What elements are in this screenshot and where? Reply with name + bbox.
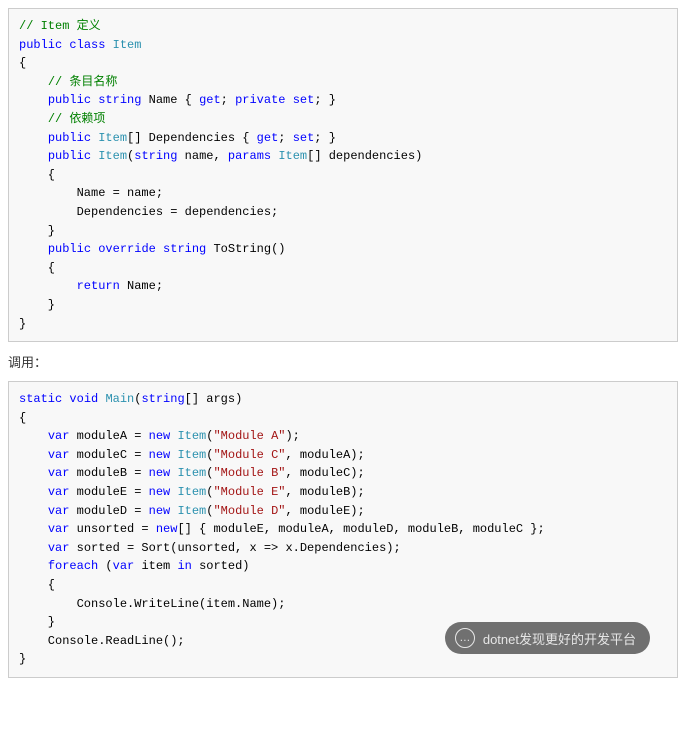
code-line: return Name; xyxy=(19,277,667,296)
code-line: var unsorted = new[] { moduleE, moduleA,… xyxy=(19,520,667,539)
code-line: } xyxy=(19,315,667,334)
code-line: var moduleD = new Item("Module D", modul… xyxy=(19,502,667,521)
code-line: public Item[] Dependencies { get; set; } xyxy=(19,129,667,148)
code-line: // 依赖项 xyxy=(19,110,667,129)
code-line: { xyxy=(19,409,667,428)
code-block-item-class: // Item 定义public class Item{ // 条目名称 pub… xyxy=(8,8,678,342)
code-line: // Item 定义 xyxy=(19,17,667,36)
watermark-text: dotnet发现更好的开发平台 xyxy=(483,629,636,648)
code-line: Name = name; xyxy=(19,184,667,203)
code-line: static void Main(string[] args) xyxy=(19,390,667,409)
watermark-badge: … dotnet发现更好的开发平台 xyxy=(445,622,650,654)
code-line: public class Item xyxy=(19,36,667,55)
code-line: { xyxy=(19,576,667,595)
code-line: var moduleE = new Item("Module E", modul… xyxy=(19,483,667,502)
code-line: public string Name { get; private set; } xyxy=(19,91,667,110)
code-line: { xyxy=(19,166,667,185)
caption-call: 调用： xyxy=(8,352,678,371)
code-line: var moduleA = new Item("Module A"); xyxy=(19,427,667,446)
code-line: var moduleB = new Item("Module B", modul… xyxy=(19,464,667,483)
wechat-icon: … xyxy=(455,628,475,648)
code-line: var moduleC = new Item("Module C", modul… xyxy=(19,446,667,465)
code-line: // 条目名称 xyxy=(19,73,667,92)
code-line: public Item(string name, params Item[] d… xyxy=(19,147,667,166)
code-line: { xyxy=(19,54,667,73)
code-line: public override string ToString() xyxy=(19,240,667,259)
code-line: { xyxy=(19,259,667,278)
code-line: Dependencies = dependencies; xyxy=(19,203,667,222)
code-line: Console.WriteLine(item.Name); xyxy=(19,595,667,614)
code-line: foreach (var item in sorted) xyxy=(19,557,667,576)
code-line: } xyxy=(19,222,667,241)
code-line: var sorted = Sort(unsorted, x => x.Depen… xyxy=(19,539,667,558)
code-line: } xyxy=(19,296,667,315)
